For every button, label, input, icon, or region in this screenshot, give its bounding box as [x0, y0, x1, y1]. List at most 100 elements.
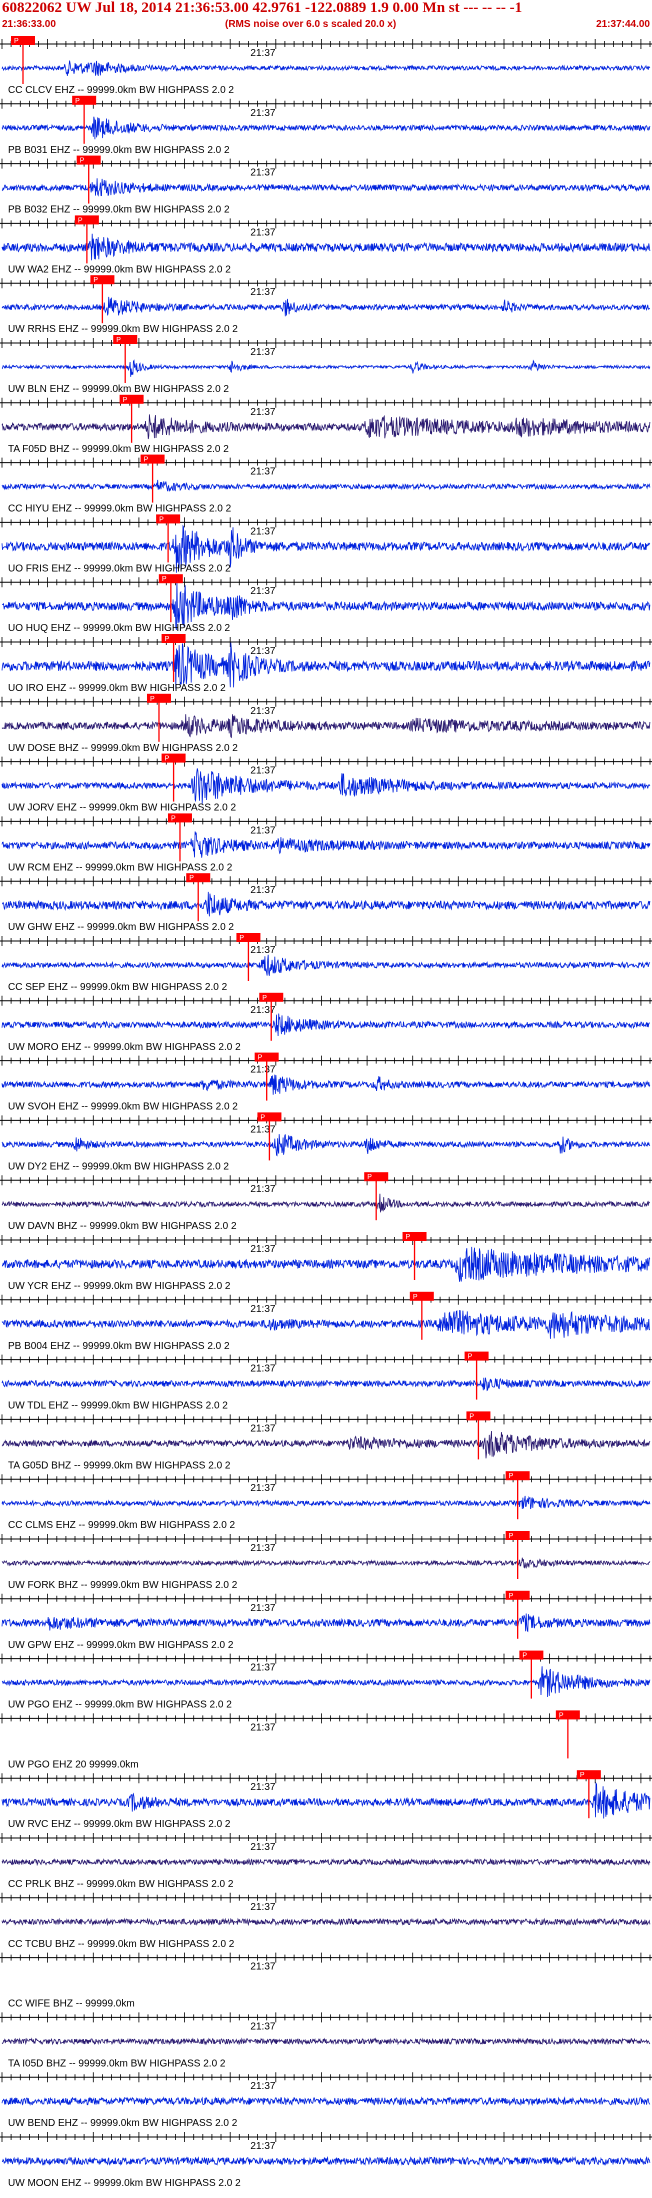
trace-33: 21:37 TA I05D BHZ -- 99999.0km BW HIGHPAS…	[0, 2012, 652, 2069]
station-label: PB B032 EHZ -- 99999.0km BW HIGHPASS 2.0…	[8, 205, 230, 216]
pick-label: P	[189, 875, 194, 882]
waveform	[1, 1917, 651, 1927]
minute-label: 21:37	[250, 168, 275, 179]
start-time: 21:36:33.00	[2, 19, 56, 30]
waveform	[1, 1613, 651, 1633]
waveform	[1, 831, 651, 858]
station-label: UO FRIS EHZ -- 99999.0km BW HIGHPASS 2.0…	[8, 563, 231, 574]
waveform	[1, 954, 651, 976]
minute-label: 21:37	[250, 885, 275, 896]
pick-label: P	[580, 1772, 585, 1779]
trace-11: 21:37 P UW DOSE BHZ -- 99999.0km BW HIGHPA…	[0, 693, 652, 754]
minute-label: 21:37	[250, 2141, 275, 2152]
minute-label: 21:37	[250, 706, 275, 717]
trace-2: 21:37 P PB B032 EHZ -- 99999.0km BW HIGHPA…	[0, 155, 652, 216]
waveform	[1, 414, 651, 440]
end-time: 21:37:44.00	[596, 19, 650, 30]
trace-29: 21:37 P UW RVC EHZ -- 99999.0km BW HIGHPAS…	[0, 1770, 652, 1830]
station-label: CC CLCV EHZ -- 99999.0km BW HIGHPASS 2.0…	[8, 85, 234, 96]
minute-label: 21:37	[250, 1065, 275, 1076]
waveform	[1, 1193, 651, 1213]
waveform	[1, 1781, 651, 1819]
pick-label: P	[165, 756, 170, 763]
trace-3: 21:37 P UW WA2 EHZ -- 99999.0km BW HIGHPAS…	[0, 215, 652, 275]
station-label: PB B031 EHZ -- 99999.0km BW HIGHPASS 2.0…	[8, 145, 230, 156]
trace-30: 21:37 CC PRLK BHZ -- 99999.0km BW HIGHPAS…	[0, 1833, 652, 1890]
trace-20: 21:37 P UW YCR EHZ -- 99999.0km BW HIGHPAS…	[0, 1232, 652, 1292]
pick-label: P	[123, 397, 128, 404]
minute-label: 21:37	[250, 1663, 275, 1674]
minute-label: 21:37	[250, 825, 275, 836]
station-label: UW PGO EHZ -- 99999.0km BW HIGHPASS 2.0 …	[8, 1700, 232, 1711]
pick-label: P	[116, 337, 121, 344]
station-label: UW BEND EHZ -- 99999.0km BW HIGHPASS 2.0…	[8, 2118, 238, 2129]
waveform	[1, 359, 651, 377]
trace-18: 21:37 P UW DY2 EHZ -- 99999.0km BW HIGHPAS…	[0, 1112, 652, 1172]
minute-label: 21:37	[250, 526, 275, 537]
station-label: UW TDL EHZ -- 99999.0km BW HIGHPASS 2.0 …	[8, 1401, 228, 1412]
waveform	[2, 891, 651, 917]
pick-label: P	[469, 1413, 474, 1420]
minute-label: 21:37	[250, 646, 275, 657]
minute-label: 21:37	[250, 1244, 275, 1255]
trace-21: 21:37 P PB B004 EHZ -- 99999.0km BW HIGHPA…	[0, 1291, 652, 1352]
trace-7: 21:37 P CC HIYU EHZ -- 99999.0km BW HIGHPA…	[0, 454, 652, 515]
trace-12: 21:37 P UW JORV EHZ -- 99999.0km BW HIGHPA…	[0, 753, 652, 814]
trace-5: 21:37 P UW BLN EHZ -- 99999.0km BW HIGHPAS…	[0, 335, 652, 395]
minute-label: 21:37	[250, 1962, 275, 1973]
trace-19: 21:37 P UW DAVN BHZ -- 99999.0km BW HIGHPA…	[0, 1172, 652, 1232]
waveform	[1, 1309, 650, 1339]
minute-label: 21:37	[250, 467, 275, 478]
trace-35: 21:37 UW MOON EHZ -- 99999.0km BW HIGHPAS…	[0, 2132, 652, 2189]
station-label: UW DAVN BHZ -- 99999.0km BW HIGHPASS 2.0…	[8, 1221, 237, 1232]
waveform	[1, 1246, 651, 1282]
pick-label: P	[80, 158, 85, 165]
waveform	[1, 178, 651, 197]
pick-label: P	[509, 1533, 514, 1540]
station-label: CC PRLK BHZ -- 99999.0km BW HIGHPASS 2.0…	[8, 1879, 234, 1890]
plot-header: 60822062 UW Jul 18, 2014 21:36:53.00 42.…	[0, 0, 652, 36]
minute-label: 21:37	[250, 1184, 275, 1195]
pick-label: P	[258, 1055, 263, 1062]
trace-6: 21:37 P TA F05D BHZ -- 99999.0km BW HIGHPA…	[0, 394, 652, 455]
station-label: UW MOON EHZ -- 99999.0km BW HIGHPASS 2.0…	[8, 2178, 241, 2189]
station-label: UW JORV EHZ -- 99999.0km BW HIGHPASS 2.0…	[8, 803, 236, 814]
station-label: TA F05D BHZ -- 99999.0km BW HIGHPASS 2.0…	[8, 444, 229, 455]
pick-label: P	[150, 696, 155, 703]
pick-label: P	[262, 995, 267, 1002]
waveform	[1, 1495, 651, 1510]
minute-label: 21:37	[250, 1543, 275, 1554]
trace-27: 21:37 P UW PGO EHZ -- 99999.0km BW HIGHPAS…	[0, 1650, 652, 1711]
pick-label: P	[239, 935, 244, 942]
minute-label: 21:37	[250, 1483, 275, 1494]
trace-0: 21:37 P CC CLCV EHZ -- 99999.0km BW HIGHPA…	[0, 36, 652, 96]
minute-label: 21:37	[250, 1902, 275, 1913]
minute-label: 21:37	[250, 2021, 275, 2032]
minute-label: 21:37	[250, 1124, 275, 1135]
station-label: UW GHW EHZ -- 99999.0km BW HIGHPASS 2.0 …	[8, 922, 234, 933]
waveform	[1, 233, 651, 261]
station-label: UO HUQ EHZ -- 99999.0km BW HIGHPASS 2.0 …	[8, 623, 231, 634]
waveform	[1, 2096, 651, 2107]
minute-label: 21:37	[250, 48, 275, 59]
minute-label: 21:37	[250, 1304, 275, 1315]
trace-28: 21:37 P UW PGO EHZ 20 99999.0km	[0, 1710, 652, 1770]
station-label: UW YCR EHZ -- 99999.0km BW HIGHPASS 2.0 …	[8, 1281, 231, 1292]
minute-label: 21:37	[250, 287, 275, 298]
minute-label: 21:37	[250, 1722, 275, 1733]
waveform	[1, 1557, 651, 1569]
station-label: UW FORK BHZ -- 99999.0km BW HIGHPASS 2.0…	[8, 1580, 238, 1591]
station-label: UW SVOH EHZ -- 99999.0km BW HIGHPASS 2.0…	[8, 1102, 238, 1113]
waveform	[1, 768, 651, 804]
minute-label: 21:37	[250, 1603, 275, 1614]
waveform	[1, 60, 651, 77]
pick-label: P	[75, 98, 80, 105]
waveform	[1, 714, 651, 739]
waveform	[1, 479, 651, 492]
pick-label: P	[162, 576, 167, 583]
trace-24: 21:37 P CC CLMS EHZ -- 99999.0km BW HIGHPA…	[0, 1471, 652, 1531]
rms-note: (RMS noise over 6.0 s scaled 20.0 x)	[225, 19, 397, 30]
pick-label: P	[14, 38, 19, 45]
station-label: CC HIYU EHZ -- 99999.0km BW HIGHPASS 2.0…	[8, 504, 232, 515]
minute-label: 21:37	[250, 586, 275, 597]
